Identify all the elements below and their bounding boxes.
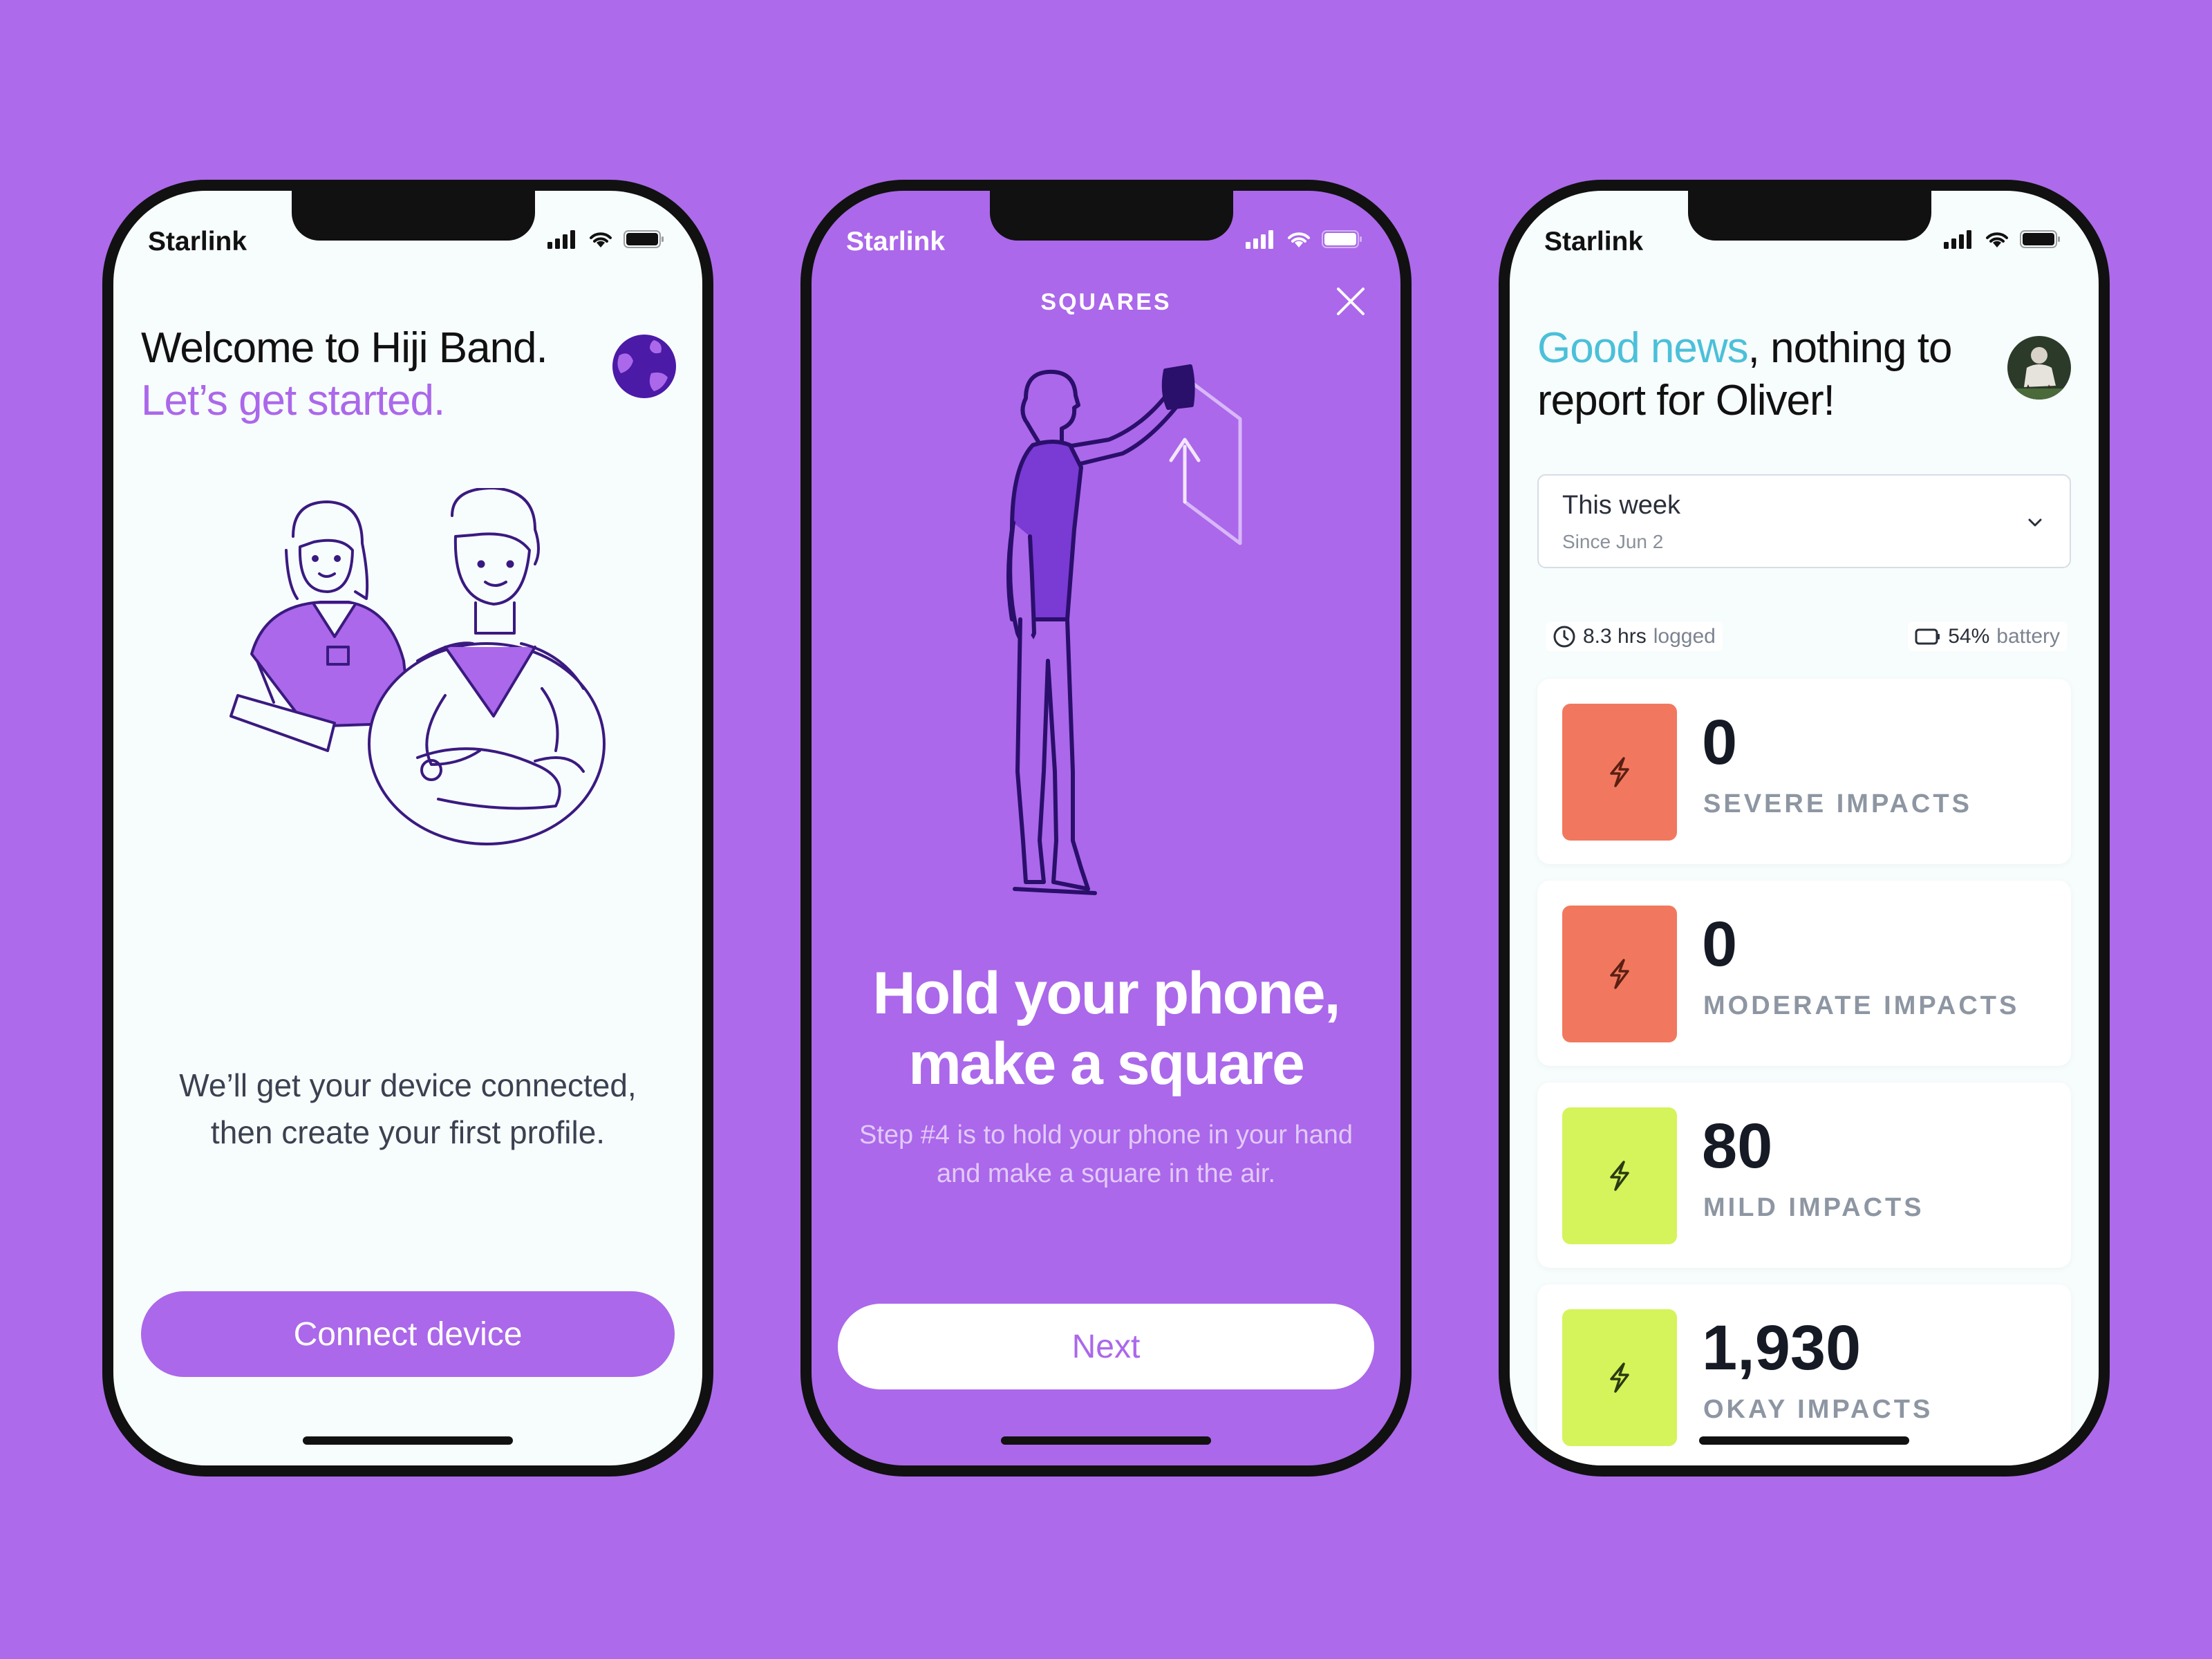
home-indicator [1001,1436,1211,1445]
impact-value: 80 [1702,1111,1773,1181]
impact-label: MILD IMPACTS [1703,1193,1924,1222]
logged-time: 8.3 hrs logged [1546,622,1723,651]
lightning-icon [1610,1161,1629,1191]
screen-header: SQUARES [1040,289,1172,315]
impact-tile [1562,704,1677,841]
impact-tile [1562,1309,1677,1446]
clock-icon [1553,626,1575,648]
status-icons [1246,229,1363,249]
page-title: Welcome to Hiji Band. [141,324,548,372]
screen-squares: Starlink SQUARES Hold your phone, make a… [812,191,1400,1465]
impact-value: 0 [1702,707,1738,778]
lightning-icon [1610,757,1629,787]
phone-squares: Starlink SQUARES Hold your phone, make a… [800,180,1412,1477]
impact-card-mild[interactable]: 80 MILD IMPACTS [1537,1082,2071,1268]
status-icons [1944,229,2061,249]
impact-label: SEVERE IMPACTS [1703,789,1972,818]
impact-tile [1562,906,1677,1042]
wifi-icon [1986,232,2008,247]
signal-icon [1944,230,1971,249]
period-selected: This week [1562,491,1681,520]
profile-avatar[interactable] [2007,336,2071,400]
lightning-icon [1610,959,1629,989]
screen-onboarding: Starlink Welcome to Hiji Band. Let’s get… [113,191,702,1465]
battery-outline-icon [1915,628,1940,645]
chevron-down-icon [2028,518,2042,527]
globe-logo-icon [612,335,676,398]
battery-label: battery [1996,625,2060,648]
phone-report: Starlink Good news, nothing to report fo… [1499,180,2110,1477]
period-since: Since Jun 2 [1562,531,1664,552]
impact-tile [1562,1107,1677,1244]
report-title-highlight: Good news [1537,324,1749,372]
battery-icon [624,230,664,248]
impact-label: MODERATE IMPACTS [1703,991,2020,1020]
wifi-icon [1288,232,1310,247]
status-icons [547,229,665,249]
carrier-label: Starlink [148,227,247,256]
instruction-title: Hold your phone, make a square [872,960,1340,1097]
battery-icon [1322,230,1362,248]
connect-device-button[interactable]: Connect device [141,1291,675,1377]
impact-card-moderate[interactable]: 0 MODERATE IMPACTS [1537,881,2071,1066]
doctors-illustration [229,488,606,845]
logged-value: 8.3 hrs [1583,625,1647,648]
instruction-description: Step #4 is to hold your phone in your ha… [859,1121,1353,1188]
wifi-icon [590,232,612,247]
screen-report: Starlink Good news, nothing to report fo… [1510,191,2099,1465]
impact-card-severe[interactable]: 0 SEVERE IMPACTS [1537,679,2071,864]
impact-label: OKAY IMPACTS [1703,1395,1933,1424]
carrier-label: Starlink [846,227,946,256]
next-button[interactable]: Next [838,1304,1374,1389]
onboarding-description: We’ll get your device connected, then cr… [179,1067,637,1150]
device-meta-row: 8.3 hrs logged 54% battery [1537,622,2071,657]
person-making-square-illustration [1006,364,1242,895]
home-indicator [1699,1436,1909,1445]
battery-level: 54% battery [1908,622,2067,651]
notch [990,191,1233,241]
signal-icon [547,230,575,249]
signal-icon [1246,230,1273,249]
battery-value: 54% [1948,625,1990,648]
battery-icon [2020,230,2060,248]
notch [1688,191,1931,241]
impact-value: 0 [1702,909,1738,980]
close-icon[interactable] [1331,282,1370,321]
report-title: Good news, nothing to report for Oliver! [1537,322,1994,427]
lightning-icon [1610,1362,1629,1393]
carrier-label: Starlink [1544,227,1644,256]
logged-label: logged [1653,625,1716,648]
phone-onboarding: Starlink Welcome to Hiji Band. Let’s get… [102,180,713,1477]
home-indicator [303,1436,513,1445]
period-select[interactable]: This week Since Jun 2 [1537,474,2071,568]
notch [292,191,535,241]
impact-value: 1,930 [1702,1313,1862,1383]
page-subtitle: Let’s get started. [141,377,445,424]
